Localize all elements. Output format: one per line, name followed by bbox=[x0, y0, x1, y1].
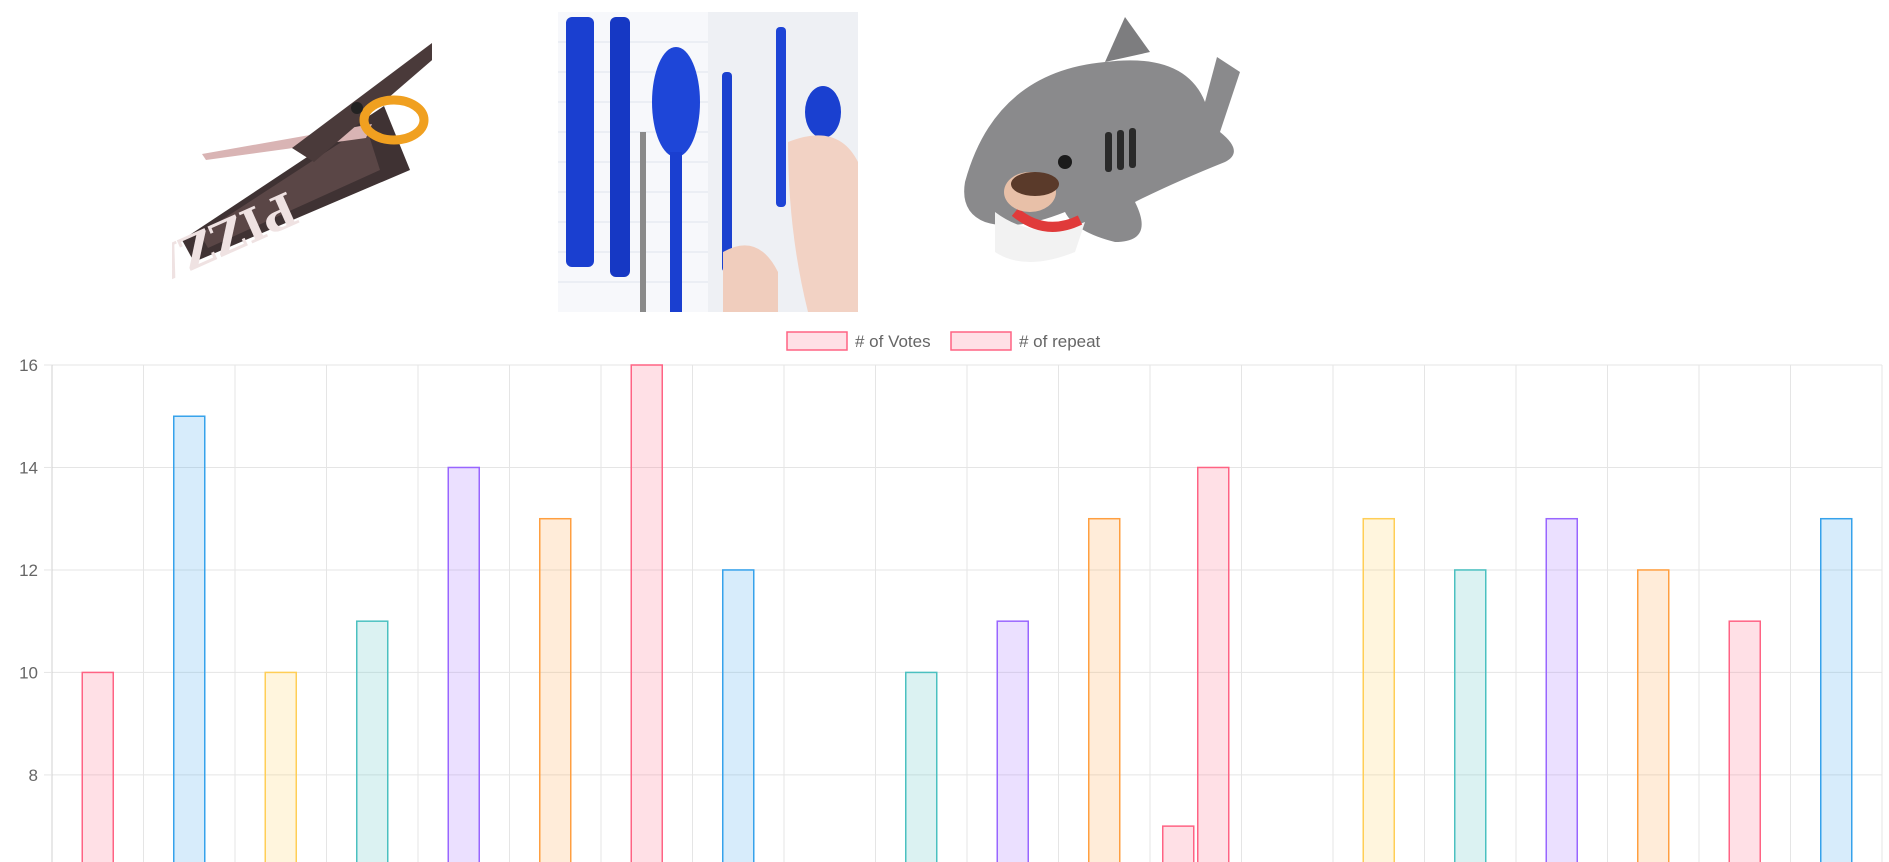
y-tick-label: 10 bbox=[19, 663, 38, 682]
bar-votes[interactable] bbox=[173, 415, 206, 862]
shark-sleeping-bag-image bbox=[964, 17, 1240, 262]
bar-votes[interactable] bbox=[1162, 825, 1195, 862]
bar-votes[interactable] bbox=[722, 569, 755, 862]
bar-votes[interactable] bbox=[539, 517, 572, 862]
pizza-letters-logo: PIZZA bbox=[172, 181, 305, 295]
bar-votes[interactable] bbox=[1820, 517, 1853, 862]
legend-label-votes: # of Votes bbox=[855, 332, 931, 351]
bar-votes[interactable] bbox=[1728, 620, 1761, 862]
grid bbox=[51, 364, 1883, 862]
bar-votes[interactable] bbox=[996, 620, 1029, 862]
bar-repeat[interactable] bbox=[1197, 466, 1230, 862]
y-tick-label: 8 bbox=[29, 766, 38, 785]
bar-votes[interactable] bbox=[1454, 569, 1487, 862]
bar-votes[interactable] bbox=[81, 671, 114, 862]
bar-votes[interactable] bbox=[630, 364, 663, 862]
bar-votes[interactable] bbox=[356, 620, 389, 862]
y-axis-ticks: 16 14 12 10 8 bbox=[19, 356, 52, 785]
legend-swatch-votes bbox=[786, 331, 848, 351]
blue-cutlery-pens-image bbox=[558, 12, 858, 312]
legend: # of Votes # of repeat bbox=[786, 331, 1101, 351]
bar-votes[interactable] bbox=[905, 671, 938, 862]
bar-votes[interactable] bbox=[447, 466, 480, 862]
bar-votes[interactable] bbox=[1362, 517, 1395, 862]
legend-item-votes[interactable]: # of Votes bbox=[786, 331, 931, 351]
pizza-scissors-image: PIZZA bbox=[172, 43, 432, 295]
bar-chart: # of Votes # of repeat 16 14 12 10 8 bbox=[19, 331, 1883, 862]
bar-votes[interactable] bbox=[1637, 569, 1670, 862]
bar-votes[interactable] bbox=[1545, 517, 1578, 862]
y-tick-label: 14 bbox=[19, 458, 38, 477]
y-tick-label: 16 bbox=[19, 356, 38, 375]
bar-votes[interactable] bbox=[264, 671, 297, 862]
legend-swatch-repeat bbox=[950, 331, 1012, 351]
bar-votes[interactable] bbox=[1088, 517, 1121, 862]
y-tick-label: 12 bbox=[19, 561, 38, 580]
legend-item-repeat[interactable]: # of repeat bbox=[950, 331, 1101, 351]
legend-label-repeat: # of repeat bbox=[1019, 332, 1101, 351]
